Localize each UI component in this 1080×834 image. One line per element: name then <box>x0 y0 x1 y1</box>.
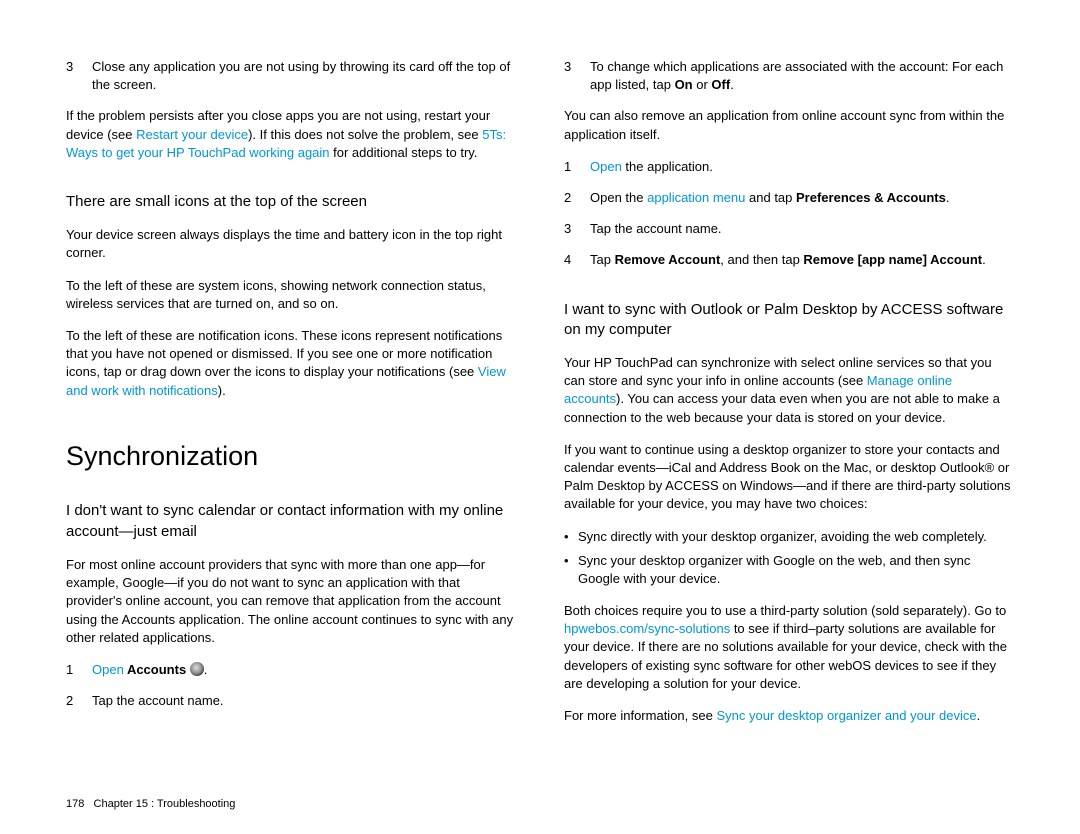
paragraph: If the problem persists after you close … <box>66 107 516 162</box>
right-column: 3 To change which applications are assoc… <box>564 58 1014 739</box>
paragraph: Both choices require you to use a third-… <box>564 602 1014 693</box>
paragraph: To the left of these are system icons, s… <box>66 277 516 313</box>
accounts-icon <box>190 662 204 676</box>
list-item: 4 Tap Remove Account, and then tap Remov… <box>564 251 1014 269</box>
page-footer: 178 Chapter 15 : Troubleshooting <box>66 797 235 812</box>
list-item: • Sync directly with your desktop organi… <box>564 528 1014 546</box>
chapter-label: Chapter 15 : Troubleshooting <box>94 798 236 810</box>
page-number: 178 <box>66 798 84 810</box>
paragraph: For more information, see Sync your desk… <box>564 707 1014 725</box>
left-column: 3 Close any application you are not usin… <box>66 58 516 739</box>
link-open[interactable]: Open <box>590 159 622 174</box>
list-item: 3 Tap the account name. <box>564 220 1014 238</box>
list-item: 3 Close any application you are not usin… <box>66 58 516 94</box>
list-item: • Sync your desktop organizer with Googl… <box>564 552 1014 588</box>
paragraph: Your HP TouchPad can synchronize with se… <box>564 354 1014 427</box>
link-application-menu[interactable]: application menu <box>647 190 745 205</box>
paragraph: To the left of these are notification ic… <box>66 327 516 400</box>
link-restart-device[interactable]: Restart your device <box>136 127 248 142</box>
paragraph: You can also remove an application from … <box>564 107 1014 143</box>
paragraph: For most online account providers that s… <box>66 556 516 647</box>
list-item: 2 Tap the account name. <box>66 692 516 710</box>
page-body: 3 Close any application you are not usin… <box>0 0 1080 739</box>
link-open[interactable]: Open <box>92 662 124 677</box>
paragraph: Your device screen always displays the t… <box>66 226 516 262</box>
paragraph: If you want to continue using a desktop … <box>564 441 1014 514</box>
link-sync-desktop[interactable]: Sync your desktop organizer and your dev… <box>716 708 976 723</box>
link-sync-solutions[interactable]: hpwebos.com/sync-solutions <box>564 621 730 636</box>
subheading-dont-sync: I don't want to sync calendar or contact… <box>66 501 516 542</box>
list-item: 1 Open the application. <box>564 158 1014 176</box>
list-item: 1 Open Accounts . <box>66 661 516 679</box>
heading-synchronization: Synchronization <box>66 438 516 476</box>
list-item: 3 To change which applications are assoc… <box>564 58 1014 94</box>
list-item: 2 Open the application menu and tap Pref… <box>564 189 1014 207</box>
subheading-outlook-palm: I want to sync with Outlook or Palm Desk… <box>564 300 1014 341</box>
subheading-small-icons: There are small icons at the top of the … <box>66 192 516 212</box>
